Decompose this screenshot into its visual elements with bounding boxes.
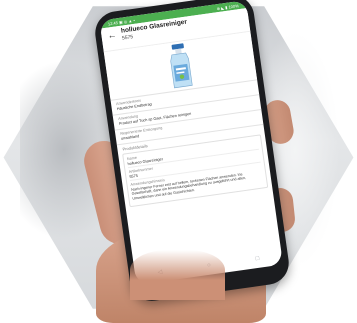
nav-recents-icon[interactable]: □ bbox=[255, 256, 259, 262]
spray-bottle-icon bbox=[170, 43, 193, 89]
hand-fingers-front bbox=[130, 250, 225, 300]
arrow-left-icon[interactable]: ← bbox=[107, 29, 122, 40]
phone-screen: 12:45 ▣ ◎ ▲ • ⊕ ◣ ▮ 100% ← hollueco Glas… bbox=[99, 0, 284, 286]
